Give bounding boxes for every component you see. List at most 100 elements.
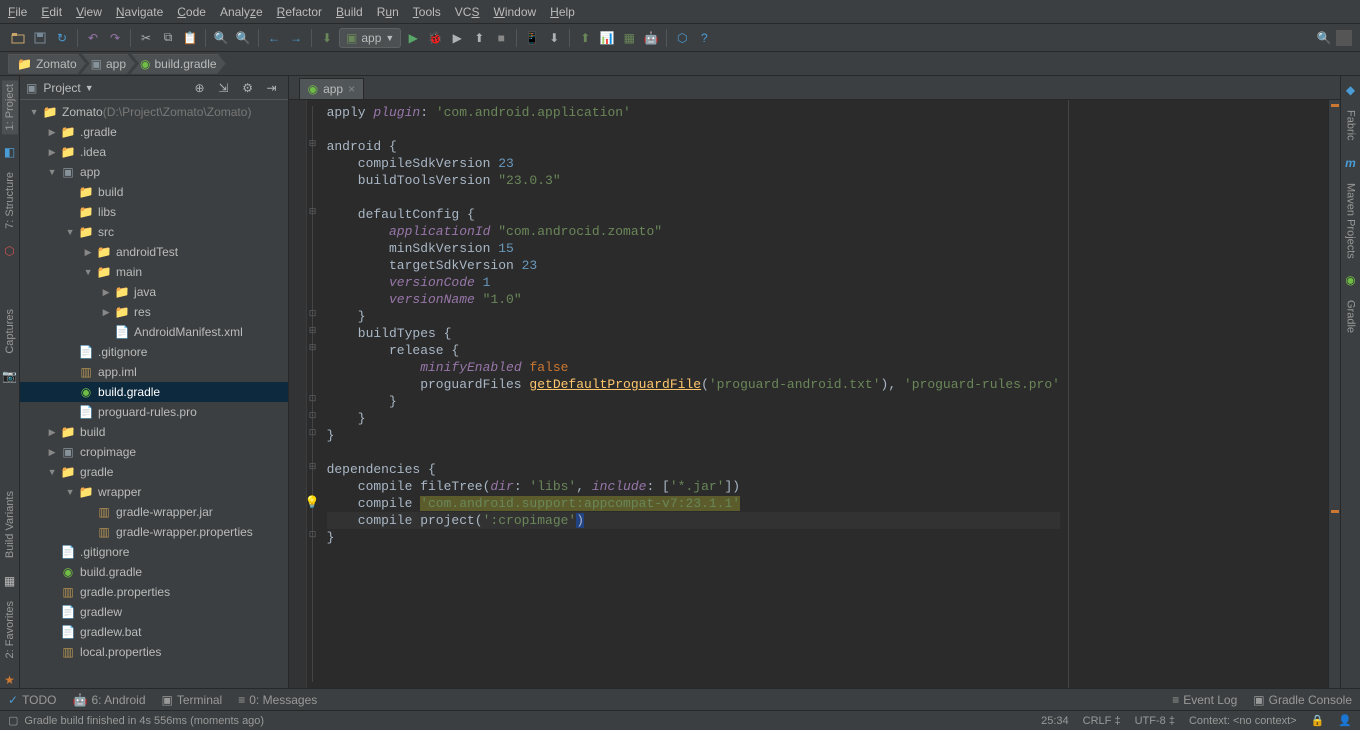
run-icon[interactable]: ▶ bbox=[403, 28, 423, 48]
run-config-selector[interactable]: ▣ app ▼ bbox=[339, 28, 401, 48]
tree-item-androidmanifest-xml[interactable]: 📄AndroidManifest.xml bbox=[20, 322, 288, 342]
tree-item-java[interactable]: ▶📁java bbox=[20, 282, 288, 302]
tree-item-proguard-rules-pro[interactable]: 📄proguard-rules.pro bbox=[20, 402, 288, 422]
tab-build-variants[interactable]: Build Variants bbox=[2, 487, 18, 562]
menu-file[interactable]: File bbox=[8, 5, 27, 19]
tree-item-res[interactable]: ▶📁res bbox=[20, 302, 288, 322]
ide-icon[interactable]: 👤 bbox=[1338, 714, 1352, 727]
project-view-selector[interactable]: Project ▼ bbox=[43, 81, 93, 95]
code-content[interactable]: apply plugin: 'com.android.application' … bbox=[319, 100, 1068, 688]
tree-item-main[interactable]: ▼📁main bbox=[20, 262, 288, 282]
settings-icon[interactable]: ⬡ bbox=[672, 28, 692, 48]
tree-item-cropimage[interactable]: ▶▣cropimage bbox=[20, 442, 288, 462]
copy-icon[interactable]: ⧉ bbox=[158, 28, 178, 48]
debug-icon[interactable]: 🐞 bbox=[425, 28, 445, 48]
sync-icon[interactable]: ↻ bbox=[52, 28, 72, 48]
ddms-icon[interactable]: ⬆ bbox=[575, 28, 595, 48]
android-button[interactable]: 🤖6: Android bbox=[73, 693, 146, 707]
menu-analyze[interactable]: Analyze bbox=[220, 5, 263, 19]
android-icon[interactable]: 🤖 bbox=[641, 28, 661, 48]
menu-help[interactable]: Help bbox=[550, 5, 575, 19]
tree-item--idea[interactable]: ▶📁.idea bbox=[20, 142, 288, 162]
back-icon[interactable]: ← bbox=[264, 28, 284, 48]
cut-icon[interactable]: ✂ bbox=[136, 28, 156, 48]
tree-item-build-gradle[interactable]: ◉build.gradle bbox=[20, 562, 288, 582]
tab-gradle[interactable]: Gradle bbox=[1342, 296, 1358, 337]
status-icon[interactable]: ▢ bbox=[8, 714, 18, 727]
forward-icon[interactable]: → bbox=[286, 28, 306, 48]
intention-bulb-icon[interactable]: 💡 bbox=[305, 495, 320, 512]
caret-position[interactable]: 25:34 bbox=[1041, 715, 1069, 727]
gradle-console-button[interactable]: ▣Gradle Console bbox=[1253, 693, 1352, 707]
redo-icon[interactable]: ↷ bbox=[105, 28, 125, 48]
help-icon[interactable]: ? bbox=[694, 28, 714, 48]
tab-captures[interactable]: Captures bbox=[2, 305, 18, 358]
tree-item-src[interactable]: ▼📁src bbox=[20, 222, 288, 242]
close-tab-icon[interactable]: × bbox=[348, 82, 355, 96]
tree-item-gradlew-bat[interactable]: 📄gradlew.bat bbox=[20, 622, 288, 642]
tree-item--gitignore[interactable]: 📄.gitignore bbox=[20, 542, 288, 562]
terminal-button[interactable]: ▣Terminal bbox=[162, 693, 223, 707]
menu-code[interactable]: Code bbox=[177, 5, 206, 19]
crumb-buildgradle[interactable]: ◉ build.gradle bbox=[131, 54, 226, 74]
lock-icon[interactable]: 🔒 bbox=[1311, 714, 1325, 727]
avd-icon[interactable]: 📱 bbox=[522, 28, 542, 48]
tree-item-gradle-properties[interactable]: ▥gradle.properties bbox=[20, 582, 288, 602]
user-icon[interactable] bbox=[1336, 30, 1352, 46]
messages-button[interactable]: ≡0: Messages bbox=[238, 693, 317, 707]
error-stripe[interactable] bbox=[1328, 100, 1340, 688]
tree-item-gradle[interactable]: ▼📁gradle bbox=[20, 462, 288, 482]
tree-item-gradle-wrapper-jar[interactable]: ▥gradle-wrapper.jar bbox=[20, 502, 288, 522]
search-everywhere-icon[interactable]: 🔍 bbox=[1314, 28, 1334, 48]
tree-item-app[interactable]: ▼▣app bbox=[20, 162, 288, 182]
tree-item--gitignore[interactable]: 📄.gitignore bbox=[20, 342, 288, 362]
tree-item-gradlew[interactable]: 📄gradlew bbox=[20, 602, 288, 622]
save-icon[interactable] bbox=[30, 28, 50, 48]
tree-item-androidtest[interactable]: ▶📁androidTest bbox=[20, 242, 288, 262]
scroll-to-icon[interactable]: ⊕ bbox=[190, 78, 210, 98]
run-coverage-icon[interactable]: ▶ bbox=[447, 28, 467, 48]
menu-tools[interactable]: Tools bbox=[413, 5, 441, 19]
tree-item-gradle-wrapper-properties[interactable]: ▥gradle-wrapper.properties bbox=[20, 522, 288, 542]
project-tree[interactable]: ▼📁Zomato (D:\Project\Zomato\Zomato)▶📁.gr… bbox=[20, 100, 288, 688]
tree-item-build[interactable]: ▶📁build bbox=[20, 422, 288, 442]
code-editor[interactable]: ⊟ ⊟ ⊡ ⊟ ⊟ ⊡ ⊡ ⊡ ⊟ ⊡ apply plugin: 'com.a… bbox=[289, 100, 1340, 688]
menu-view[interactable]: View bbox=[76, 5, 102, 19]
menu-refactor[interactable]: Refactor bbox=[277, 5, 322, 19]
event-log-button[interactable]: ≡Event Log bbox=[1172, 693, 1237, 707]
todo-button[interactable]: ✓TODO bbox=[8, 693, 57, 707]
tree-item-local-properties[interactable]: ▥local.properties bbox=[20, 642, 288, 662]
tree-item-zomato[interactable]: ▼📁Zomato (D:\Project\Zomato\Zomato) bbox=[20, 102, 288, 122]
layout-icon[interactable]: ▦ bbox=[619, 28, 639, 48]
paste-icon[interactable]: 📋 bbox=[180, 28, 200, 48]
menu-run[interactable]: Run bbox=[377, 5, 399, 19]
tab-maven[interactable]: Maven Projects bbox=[1342, 179, 1358, 263]
tree-item--gradle[interactable]: ▶📁.gradle bbox=[20, 122, 288, 142]
open-icon[interactable] bbox=[8, 28, 28, 48]
tree-item-build-gradle[interactable]: ◉build.gradle bbox=[20, 382, 288, 402]
crumb-app[interactable]: ▣ app bbox=[82, 54, 135, 74]
make-icon[interactable]: ⬇ bbox=[317, 28, 337, 48]
collapse-icon[interactable]: ⇲ bbox=[214, 78, 234, 98]
tree-item-libs[interactable]: 📁libs bbox=[20, 202, 288, 222]
menu-build[interactable]: Build bbox=[336, 5, 363, 19]
tree-item-build[interactable]: 📁build bbox=[20, 182, 288, 202]
stop-icon[interactable]: ■ bbox=[491, 28, 511, 48]
menu-vcs[interactable]: VCS bbox=[455, 5, 480, 19]
hide-icon[interactable]: ⇥ bbox=[262, 78, 282, 98]
undo-icon[interactable]: ↶ bbox=[83, 28, 103, 48]
context[interactable]: Context: <no context> bbox=[1189, 715, 1297, 727]
tab-project[interactable]: 1: Project bbox=[2, 80, 18, 134]
attach-icon[interactable]: ⬆ bbox=[469, 28, 489, 48]
fold-column[interactable]: ⊟ ⊟ ⊡ ⊟ ⊟ ⊡ ⊡ ⊡ ⊟ ⊡ bbox=[307, 100, 319, 688]
menu-edit[interactable]: Edit bbox=[41, 5, 62, 19]
menu-navigate[interactable]: Navigate bbox=[116, 5, 163, 19]
line-sep[interactable]: CRLF ‡ bbox=[1083, 715, 1121, 727]
encoding[interactable]: UTF-8 ‡ bbox=[1135, 715, 1175, 727]
sdk-icon[interactable]: ⬇ bbox=[544, 28, 564, 48]
tree-item-wrapper[interactable]: ▼📁wrapper bbox=[20, 482, 288, 502]
tab-structure[interactable]: 7: Structure bbox=[2, 168, 18, 233]
tab-favorites[interactable]: 2: Favorites bbox=[2, 597, 18, 662]
settings-gear-icon[interactable]: ⚙ bbox=[238, 78, 258, 98]
tree-item-app-iml[interactable]: ▥app.iml bbox=[20, 362, 288, 382]
